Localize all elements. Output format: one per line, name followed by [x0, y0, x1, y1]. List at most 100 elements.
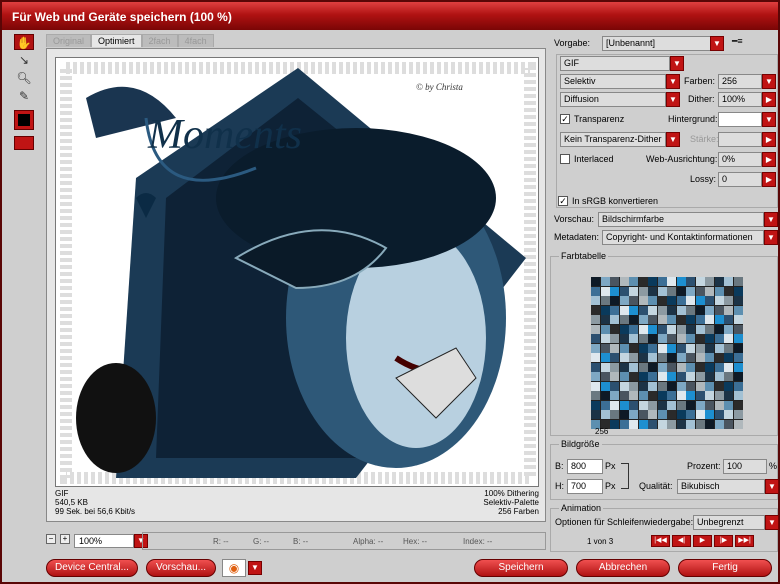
color-swatch[interactable]: [638, 419, 648, 429]
color-swatch[interactable]: [648, 372, 657, 381]
color-swatch[interactable]: [629, 286, 638, 296]
color-swatch[interactable]: [686, 381, 695, 391]
color-swatch[interactable]: [638, 372, 648, 381]
dither-field[interactable]: 100%: [718, 92, 762, 107]
color-swatch[interactable]: [695, 286, 705, 296]
color-swatch[interactable]: [619, 286, 629, 296]
color-swatch[interactable]: [714, 343, 724, 353]
color-swatch[interactable]: [657, 353, 667, 362]
tab-4up[interactable]: 4fach: [177, 34, 214, 47]
color-swatch[interactable]: [600, 400, 610, 410]
color-swatch[interactable]: [733, 296, 743, 305]
dither-algorithm-select[interactable]: Diffusion: [560, 92, 666, 107]
color-swatch[interactable]: [724, 372, 733, 381]
color-swatch[interactable]: [695, 400, 705, 410]
color-swatch[interactable]: [724, 305, 733, 315]
dither-dropdown-icon[interactable]: ▶: [762, 92, 776, 107]
hand-icon[interactable]: ✋: [14, 34, 34, 50]
tab-optimized[interactable]: Optimiert: [91, 34, 142, 47]
color-swatch[interactable]: [724, 419, 733, 429]
color-swatch[interactable]: [638, 286, 648, 296]
color-swatch[interactable]: [629, 362, 638, 372]
zoom-icon[interactable]: 🔍︎: [14, 70, 34, 86]
color-swatch[interactable]: [610, 296, 619, 305]
color-swatch[interactable]: [733, 372, 743, 381]
web-snap-field[interactable]: 0%: [718, 152, 762, 167]
color-swatch[interactable]: [591, 305, 600, 315]
color-swatch[interactable]: [686, 296, 695, 305]
color-swatch[interactable]: [600, 277, 610, 286]
color-swatch[interactable]: [629, 296, 638, 305]
color-swatch[interactable]: [676, 410, 686, 419]
matte-field[interactable]: [718, 112, 762, 127]
color-swatch[interactable]: [733, 381, 743, 391]
color-swatch[interactable]: [705, 353, 714, 362]
color-swatch[interactable]: [648, 419, 657, 429]
color-swatch[interactable]: [695, 343, 705, 353]
color-swatch[interactable]: [724, 410, 733, 419]
color-swatch[interactable]: [733, 305, 743, 315]
color-swatch[interactable]: [638, 353, 648, 362]
color-swatch[interactable]: [714, 334, 724, 343]
tab-2up[interactable]: 2fach: [141, 34, 178, 47]
color-swatch[interactable]: [629, 381, 638, 391]
web-snap-dropdown-icon[interactable]: ▶: [762, 152, 776, 167]
color-swatch[interactable]: [695, 296, 705, 305]
color-swatch[interactable]: [591, 286, 600, 296]
color-swatch[interactable]: [724, 353, 733, 362]
color-swatch[interactable]: [629, 391, 638, 400]
color-swatch[interactable]: [619, 324, 629, 334]
color-swatch[interactable]: [657, 372, 667, 381]
color-swatch[interactable]: [610, 277, 619, 286]
color-swatch[interactable]: [638, 296, 648, 305]
color-swatch[interactable]: [733, 419, 743, 429]
color-swatch[interactable]: [591, 324, 600, 334]
color-swatch[interactable]: [600, 410, 610, 419]
color-swatch[interactable]: [638, 343, 648, 353]
color-swatch[interactable]: [695, 353, 705, 362]
browser-dropdown-icon[interactable]: ▼: [248, 561, 262, 575]
color-swatch[interactable]: [714, 324, 724, 334]
link-icon[interactable]: [621, 463, 629, 489]
color-swatch[interactable]: [648, 391, 657, 400]
color-swatch[interactable]: [676, 400, 686, 410]
color-swatch[interactable]: [714, 362, 724, 372]
color-swatch[interactable]: [686, 324, 695, 334]
color-swatch[interactable]: [600, 324, 610, 334]
color-swatch[interactable]: [714, 277, 724, 286]
dither-algorithm-dropdown-icon[interactable]: ▼: [666, 92, 680, 107]
color-swatch[interactable]: [591, 400, 600, 410]
color-swatch[interactable]: [648, 343, 657, 353]
color-swatch[interactable]: [733, 277, 743, 286]
color-swatch[interactable]: [686, 343, 695, 353]
color-swatch[interactable]: [600, 315, 610, 324]
transparency-dither-select[interactable]: Kein Transparenz-Dither: [560, 132, 666, 147]
color-swatch[interactable]: [705, 315, 714, 324]
color-swatch[interactable]: [695, 315, 705, 324]
color-swatch[interactable]: [610, 286, 619, 296]
color-swatch[interactable]: [629, 315, 638, 324]
color-swatch[interactable]: [591, 381, 600, 391]
color-swatch[interactable]: [667, 324, 676, 334]
color-swatch[interactable]: [695, 324, 705, 334]
color-swatch[interactable]: [676, 391, 686, 400]
color-swatch[interactable]: [667, 372, 676, 381]
preview-dropdown-icon[interactable]: ▼: [764, 212, 778, 227]
reduction-dropdown-icon[interactable]: ▼: [666, 74, 680, 89]
color-swatch[interactable]: [610, 305, 619, 315]
preset-menu-icon[interactable]: ━≡: [732, 36, 743, 47]
color-swatch[interactable]: [638, 305, 648, 315]
color-swatch[interactable]: [610, 400, 619, 410]
colors-dropdown-icon[interactable]: ▼: [762, 74, 776, 89]
color-swatch[interactable]: [591, 372, 600, 381]
color-swatch[interactable]: [676, 372, 686, 381]
cancel-button[interactable]: Abbrechen: [576, 559, 670, 577]
color-swatch[interactable]: [705, 419, 714, 429]
color-swatch[interactable]: [667, 419, 676, 429]
color-swatch[interactable]: [676, 334, 686, 343]
color-swatch[interactable]: [733, 324, 743, 334]
color-swatch[interactable]: [714, 353, 724, 362]
color-swatch[interactable]: [648, 277, 657, 286]
metadata-select[interactable]: Copyright- und Kontaktinformationen: [602, 230, 764, 245]
color-swatch[interactable]: [591, 353, 600, 362]
